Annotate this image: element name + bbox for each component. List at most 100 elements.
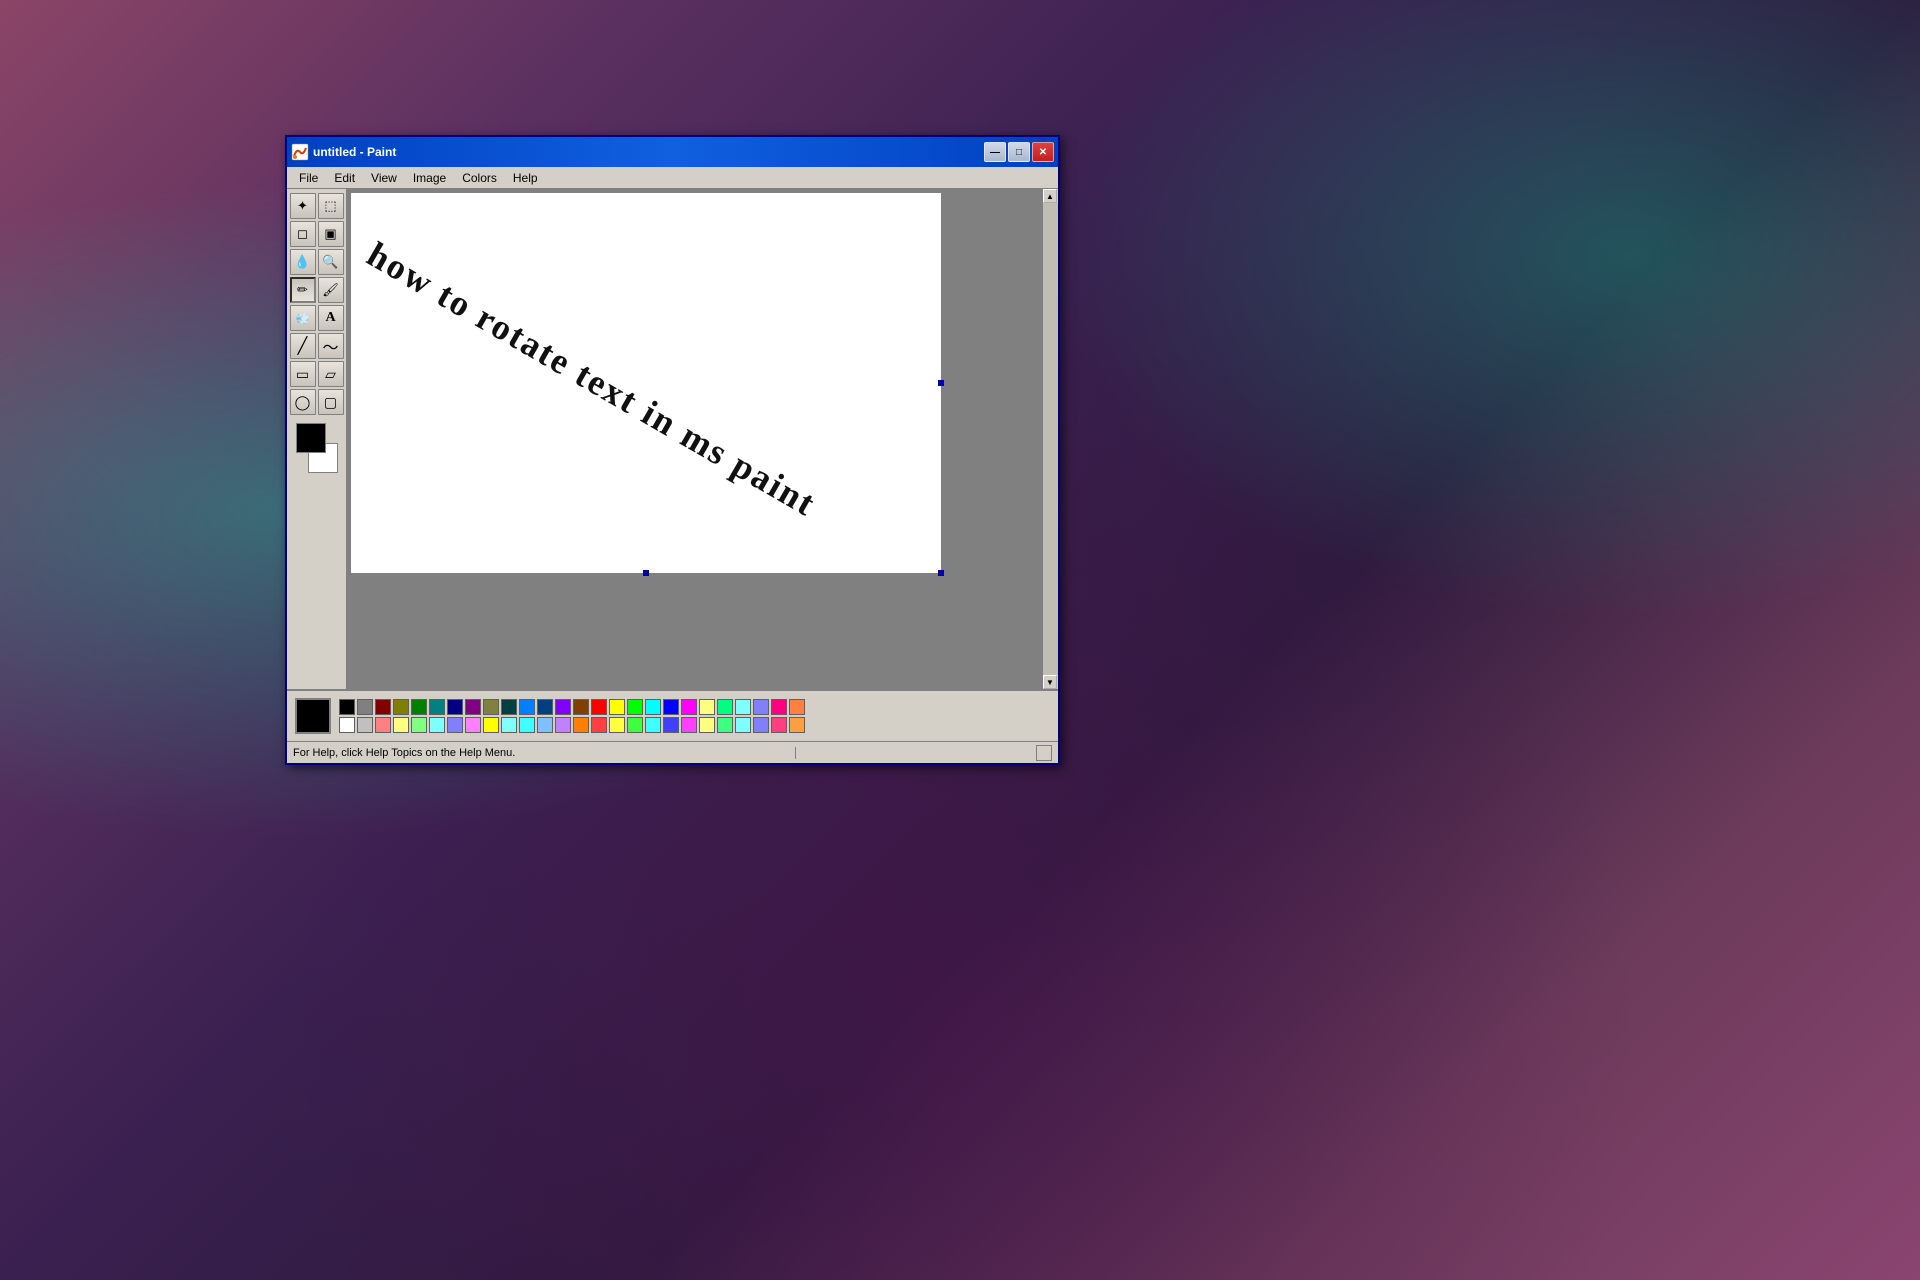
swatch-darkteal2[interactable] <box>501 699 517 715</box>
swatch-periwinkle[interactable] <box>753 699 769 715</box>
swatch-lightred[interactable] <box>591 717 607 733</box>
tool-curve[interactable]: 〜 <box>318 333 344 359</box>
tool-row-2: ◻ ▣ <box>290 221 344 247</box>
menu-view[interactable]: View <box>363 169 405 187</box>
swatch-midcyan[interactable] <box>645 717 661 733</box>
swatch-lavender[interactable] <box>555 717 571 733</box>
swatch-lightyellow2[interactable] <box>393 717 409 733</box>
canvas-container[interactable]: how to rotate text in ms paint <box>347 189 1042 689</box>
swatch-darkorange[interactable] <box>573 717 589 733</box>
scroll-down-button[interactable]: ▼ <box>1043 675 1057 689</box>
color-row-1 <box>339 699 805 715</box>
status-help-text: For Help, click Help Topics on the Help … <box>293 747 796 759</box>
swatch-palelilac[interactable] <box>753 717 769 733</box>
color-palette-bar <box>287 689 1058 741</box>
tool-select-rect[interactable]: ⬚ <box>318 193 344 219</box>
swatch-midmagenta[interactable] <box>681 717 697 733</box>
tool-row-6: ╱ 〜 <box>290 333 344 359</box>
swatch-aqua2[interactable] <box>501 717 517 733</box>
swatch-white[interactable] <box>339 717 355 733</box>
foreground-color-box[interactable] <box>296 423 326 453</box>
swatch-cyan[interactable] <box>645 699 661 715</box>
swatch-darkgreen[interactable] <box>411 699 427 715</box>
swatch-brown[interactable] <box>573 699 589 715</box>
swatch-lightsalmon[interactable] <box>375 717 391 733</box>
tool-eraser[interactable]: ◻ <box>290 221 316 247</box>
swatch-cornflower[interactable] <box>519 699 535 715</box>
maximize-button[interactable]: □ <box>1008 142 1030 162</box>
swatch-darkblue[interactable] <box>447 699 463 715</box>
tool-line[interactable]: ╱ <box>290 333 316 359</box>
color-preview <box>296 423 338 473</box>
tool-rounded-rect[interactable]: ▢ <box>318 389 344 415</box>
tool-row-4: ✏ 🖌 <box>290 277 344 303</box>
resize-handle-bottom-right[interactable] <box>938 570 944 576</box>
tool-pencil[interactable]: ✏ <box>290 277 316 303</box>
swatch-midblue[interactable] <box>663 717 679 733</box>
swatch-peach[interactable] <box>789 717 805 733</box>
tool-polygon[interactable]: ▱ <box>318 361 344 387</box>
status-bar: For Help, click Help Topics on the Help … <box>287 741 1058 763</box>
swatch-rose[interactable] <box>771 717 787 733</box>
swatch-blue[interactable] <box>663 699 679 715</box>
tool-fill[interactable]: ▣ <box>318 221 344 247</box>
tool-airbrush[interactable]: 💨 <box>290 305 316 331</box>
swatch-violet[interactable] <box>555 699 571 715</box>
menu-help[interactable]: Help <box>505 169 546 187</box>
tool-text[interactable]: A <box>318 305 344 331</box>
menu-edit[interactable]: Edit <box>326 169 363 187</box>
palette-selected-color[interactable] <box>295 698 331 734</box>
tool-ellipse[interactable]: ◯ <box>290 389 316 415</box>
tool-color-picker[interactable]: 💧 <box>290 249 316 275</box>
minimize-button[interactable]: — <box>984 142 1006 162</box>
tool-brush[interactable]: 🖌 <box>318 277 344 303</box>
close-button[interactable]: ✕ <box>1032 142 1054 162</box>
swatch-darknavy[interactable] <box>537 699 553 715</box>
swatch-olive[interactable] <box>393 699 409 715</box>
swatch-yellow[interactable] <box>609 699 625 715</box>
swatch-purple[interactable] <box>465 699 481 715</box>
resize-handle-right-center[interactable] <box>938 380 944 386</box>
menu-colors[interactable]: Colors <box>454 169 505 187</box>
swatch-yellow2[interactable] <box>483 717 499 733</box>
tool-select-irregular[interactable]: ✦ <box>290 193 316 219</box>
tool-rectangle[interactable]: ▭ <box>290 361 316 387</box>
swatch-palegreen[interactable] <box>717 717 733 733</box>
swatch-lightyellow[interactable] <box>699 699 715 715</box>
tool-magnifier[interactable]: 🔍 <box>318 249 344 275</box>
tool-row-5: 💨 A <box>290 305 344 331</box>
swatch-palecyan[interactable] <box>735 717 751 733</box>
resize-handle-bottom-center[interactable] <box>643 570 649 576</box>
menu-file[interactable]: File <box>291 169 326 187</box>
swatch-paleyellow[interactable] <box>699 717 715 733</box>
swatch-aqua3[interactable] <box>519 717 535 733</box>
swatch-darkred[interactable] <box>375 699 391 715</box>
vertical-scrollbar[interactable]: ▲ ▼ <box>1042 189 1058 689</box>
title-bar: untitled - Paint — □ ✕ <box>287 137 1058 167</box>
swatch-lightcyan[interactable] <box>735 699 751 715</box>
swatch-hotpink[interactable] <box>771 699 787 715</box>
scroll-up-button[interactable]: ▲ <box>1043 189 1057 203</box>
swatch-orange[interactable] <box>789 699 805 715</box>
swatch-lightblue[interactable] <box>447 717 463 733</box>
swatch-black[interactable] <box>339 699 355 715</box>
tool-row-3: 💧 🔍 <box>290 249 344 275</box>
menu-image[interactable]: Image <box>405 169 454 187</box>
swatch-lightcyan2[interactable] <box>429 717 445 733</box>
swatch-sky[interactable] <box>537 717 553 733</box>
swatch-teal[interactable] <box>429 699 445 715</box>
swatch-red[interactable] <box>591 699 607 715</box>
drawing-canvas[interactable]: how to rotate text in ms paint <box>351 193 941 573</box>
swatch-darkgray[interactable] <box>357 699 373 715</box>
swatch-lime[interactable] <box>627 699 643 715</box>
swatch-lightmagenta[interactable] <box>465 717 481 733</box>
swatch-darkyellow[interactable] <box>483 699 499 715</box>
swatch-magenta[interactable] <box>681 699 697 715</box>
swatch-lightyellow3[interactable] <box>609 717 625 733</box>
main-area: ✦ ⬚ ◻ ▣ 💧 🔍 ✏ 🖌 💨 A ╱ 〜 <box>287 189 1058 689</box>
swatch-lightgray[interactable] <box>357 717 373 733</box>
menu-bar: File Edit View Image Colors Help <box>287 167 1058 189</box>
swatch-lightgreen2[interactable] <box>717 699 733 715</box>
swatch-lightgreen[interactable] <box>411 717 427 733</box>
swatch-midgreen[interactable] <box>627 717 643 733</box>
